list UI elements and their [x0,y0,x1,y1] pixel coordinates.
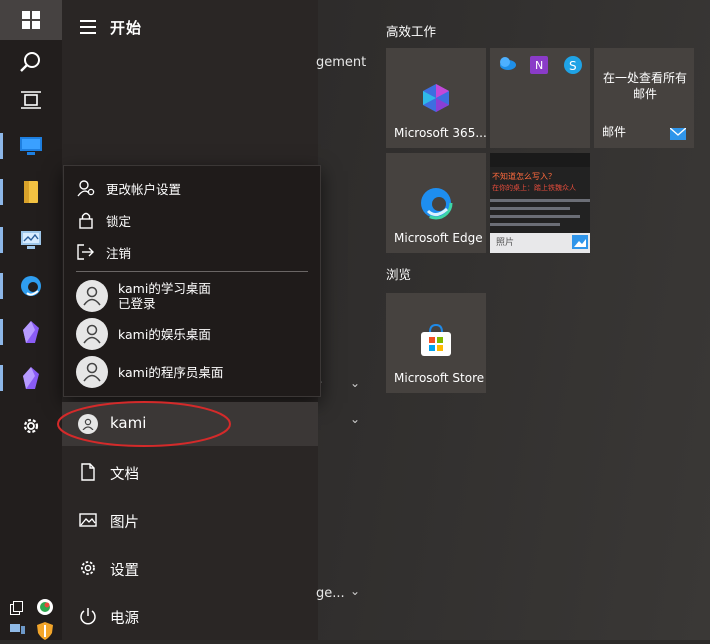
mail-tile-text: 在一处查看所有邮件 [602,71,687,101]
tile-mail[interactable]: 在一处查看所有邮件 邮件 [594,48,694,148]
document-icon [78,462,98,482]
gear-icon [23,418,39,434]
sign-out-icon [76,242,96,262]
photo-caption: 照片 [496,238,515,248]
onenote-icon: N [530,56,548,74]
account-name: kami的程序员桌面 [118,364,224,380]
store-icon [421,323,451,356]
search-icon [20,52,40,72]
tile-office-group[interactable]: N S [490,48,590,148]
tile-group-label: 浏览 [386,267,412,282]
flyout-item-label: 注销 [106,245,132,261]
nav-item-label: 设置 [110,563,139,579]
hamburger-menu-icon[interactable] [80,20,96,34]
windows-logo-icon [22,11,40,29]
tile-group-label: 高效工作 [386,24,437,39]
onedrive-icon [500,57,516,70]
nav-item-settings[interactable]: 设置 [62,546,318,590]
avatar [76,356,108,388]
nav-title: 开始 [110,19,143,37]
tile-edge[interactable]: Microsoft Edge [386,153,486,253]
nav-item-label: 图片 [110,515,139,531]
app-list-fragment: ge... [316,586,345,601]
mail-icon [670,128,686,140]
tray-devices-icon[interactable] [10,622,28,640]
sign-out-item[interactable]: 注销 [76,238,312,266]
account-name: kami的娱乐桌面 [118,326,211,342]
tile-label: Microsoft 365... [394,126,487,140]
chevron-down-icon[interactable]: ⌄ [350,584,360,598]
photo-header [490,153,590,167]
flyout-item-label: 锁定 [106,213,132,229]
chevron-down-icon[interactable]: ⌄ [350,376,360,390]
pinned-app-remote-desktop[interactable] [0,218,62,262]
edge-icon [419,186,453,220]
account-flyout: 更改帐户设置 锁定 注销 kami的学习桌面 已登录 kami的娱乐桌面 kam… [63,165,321,397]
tile-label: 邮件 [602,125,627,139]
lock-item[interactable]: 锁定 [76,206,312,234]
account-switch-item[interactable]: kami的程序员桌面 [76,353,312,391]
start-menu: 开始 gement r ⌄ ⌄ ge... ⌄ 高效工作 Microsoft 3… [0,0,710,640]
pictures-icon [78,510,98,530]
svg-text:S: S [569,59,577,73]
nav-item-documents[interactable]: 文档 [62,450,318,494]
account-name: kami的学习桌面 [118,281,211,296]
svg-text:N: N [535,59,543,72]
nav-header: 开始 [62,0,318,56]
pinned-app-explorer[interactable] [0,170,62,214]
obsidian-icon [23,321,39,343]
monitor-icon [20,137,42,155]
nav-item-label: 文档 [110,467,139,483]
account-settings-icon [76,178,96,198]
microsoft365-icon [423,84,449,112]
tile-microsoft365[interactable]: Microsoft 365... [386,48,487,148]
tile-label: Microsoft Store [394,371,485,385]
app-list-fragment: gement [316,55,367,70]
account-switch-item[interactable]: kami的娱乐桌面 [76,315,312,353]
account-status: 已登录 [118,296,156,311]
tray-app-icon[interactable] [36,598,54,616]
avatar [76,318,108,350]
start-button[interactable] [0,0,62,40]
gear-icon [78,558,98,578]
task-view-button[interactable] [0,78,62,122]
task-view-icon [21,91,41,109]
photos-icon [572,235,588,249]
obsidian-icon [23,367,39,389]
photo-caption: 不知道怎么写入？ [492,172,556,181]
skype-icon: S [564,56,582,74]
pinned-app-edge[interactable] [0,264,62,308]
account-switch-item[interactable]: kami的学习桌面 已登录 [76,277,312,315]
nav-item-pictures[interactable]: 图片 [62,498,318,542]
folder-icon [24,181,38,203]
edge-icon [21,276,41,296]
tray-shield-icon[interactable] [37,622,55,640]
avatar [76,280,108,312]
pinned-app-obsidian-1[interactable] [0,310,62,354]
change-account-settings[interactable]: 更改帐户设置 [76,174,312,202]
tray-copy-icon[interactable] [10,600,28,618]
power-icon [78,606,98,626]
annotation-ellipse [57,401,231,447]
nav-item-label: 电源 [110,611,139,627]
start-left-rail [0,0,62,640]
photo-caption: 在你的桌上：踏上铁魏众人 [492,184,576,192]
pinned-app-obsidian-2[interactable] [0,356,62,400]
pinned-app-computer[interactable] [0,124,62,168]
flyout-divider [76,271,308,272]
nav-item-power[interactable]: 电源 [62,594,318,638]
tile-store[interactable]: Microsoft Store [386,293,486,393]
flyout-item-label: 更改帐户设置 [106,181,182,197]
chevron-down-icon[interactable]: ⌄ [350,412,360,426]
tile-photos[interactable]: 不知道怎么写入？ 在你的桌上：踏上铁魏众人 照片 [490,153,590,253]
tile-label: Microsoft Edge [394,231,483,245]
remote-desktop-icon [21,231,41,249]
settings-button[interactable] [0,404,62,448]
lock-icon [76,210,96,230]
